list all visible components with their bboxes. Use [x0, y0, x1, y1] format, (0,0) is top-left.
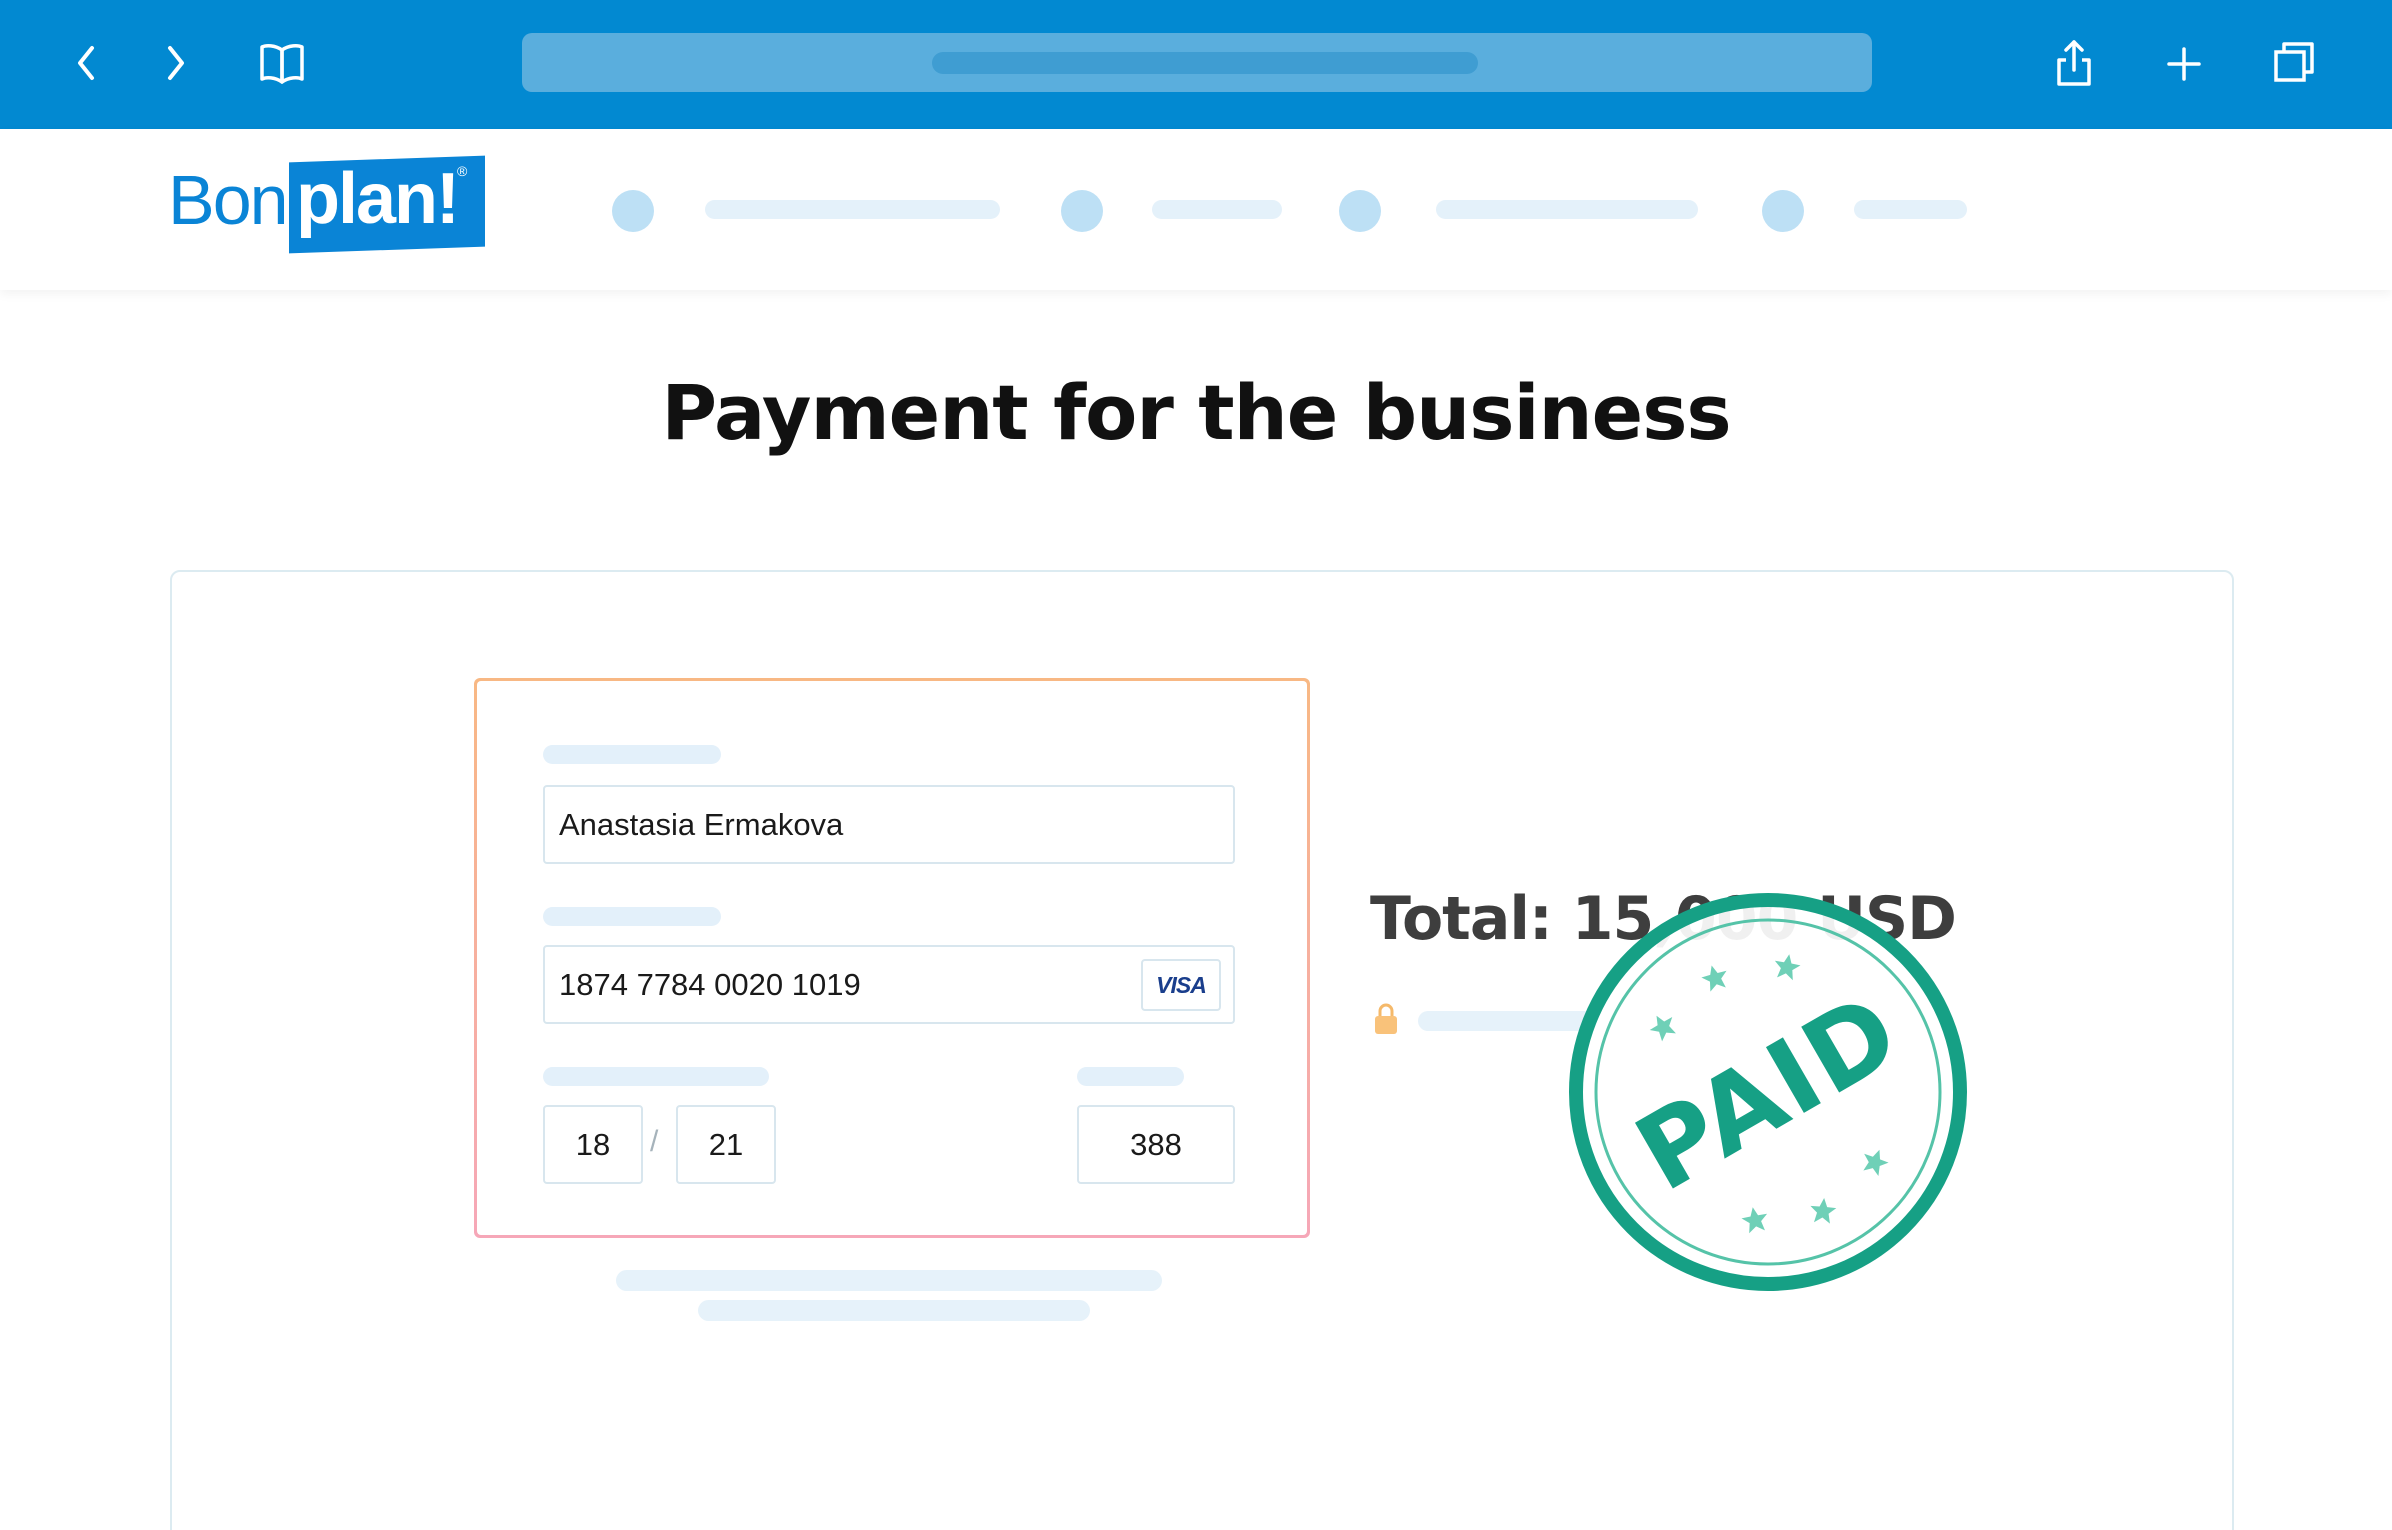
form-note-line-1 — [616, 1270, 1162, 1291]
expiry-separator: / — [650, 1125, 659, 1158]
cardholder-name-input[interactable]: Anastasia Ermakova — [543, 785, 1235, 864]
book-icon[interactable] — [258, 42, 306, 84]
card-number-field-label — [543, 907, 721, 926]
nav-item-2-label[interactable] — [1152, 200, 1282, 219]
card-number-input[interactable]: 1874 7784 0020 1019 VISA — [543, 945, 1235, 1024]
browser-toolbar — [0, 0, 2392, 129]
paid-stamp: PAID — [1566, 890, 1970, 1294]
expiry-month-value: 18 — [575, 1126, 611, 1162]
nav-item-4-icon[interactable] — [1762, 190, 1804, 232]
logo-word-plan: plan! — [296, 159, 460, 239]
bonplan-logo[interactable]: Bon plan! ® — [168, 155, 488, 257]
page-title: Payment for the business — [661, 368, 1731, 457]
nav-item-3-icon[interactable] — [1339, 190, 1381, 232]
plus-icon[interactable] — [2166, 46, 2202, 82]
nav-item-1-icon[interactable] — [612, 190, 654, 232]
cvv-input[interactable]: 388 — [1077, 1105, 1235, 1184]
expiry-field-label — [543, 1067, 769, 1086]
nav-item-3-label[interactable] — [1436, 200, 1698, 219]
cvv-value: 388 — [1130, 1126, 1182, 1162]
card-number-value: 1874 7784 0020 1019 — [559, 966, 861, 1002]
payment-card-form: Anastasia Ermakova 1874 7784 0020 1019 V… — [474, 678, 1310, 1238]
tabs-icon[interactable] — [2272, 40, 2316, 84]
name-field-label — [543, 745, 721, 764]
cardholder-name-value: Anastasia Ermakova — [559, 806, 844, 842]
visa-logo-icon: VISA — [1141, 959, 1221, 1011]
logo-word-bon: Bon — [168, 161, 289, 239]
lock-icon — [1374, 1002, 1398, 1036]
expiry-year-input[interactable]: 21 — [676, 1105, 776, 1184]
chevron-left-icon[interactable] — [72, 44, 102, 82]
expiry-year-value: 21 — [708, 1126, 744, 1162]
address-bar-placeholder — [932, 52, 1478, 74]
cvv-field-label — [1077, 1067, 1184, 1086]
nav-item-1-label[interactable] — [705, 200, 1000, 219]
expiry-month-input[interactable]: 18 — [543, 1105, 643, 1184]
nav-item-2-icon[interactable] — [1061, 190, 1103, 232]
site-header: Bon plan! ® — [0, 129, 2392, 290]
logo-registered-mark: ® — [457, 163, 468, 179]
nav-item-4-label[interactable] — [1854, 200, 1967, 219]
chevron-right-icon[interactable] — [160, 44, 190, 82]
form-note-line-2 — [698, 1300, 1090, 1321]
share-icon[interactable] — [2054, 38, 2094, 88]
